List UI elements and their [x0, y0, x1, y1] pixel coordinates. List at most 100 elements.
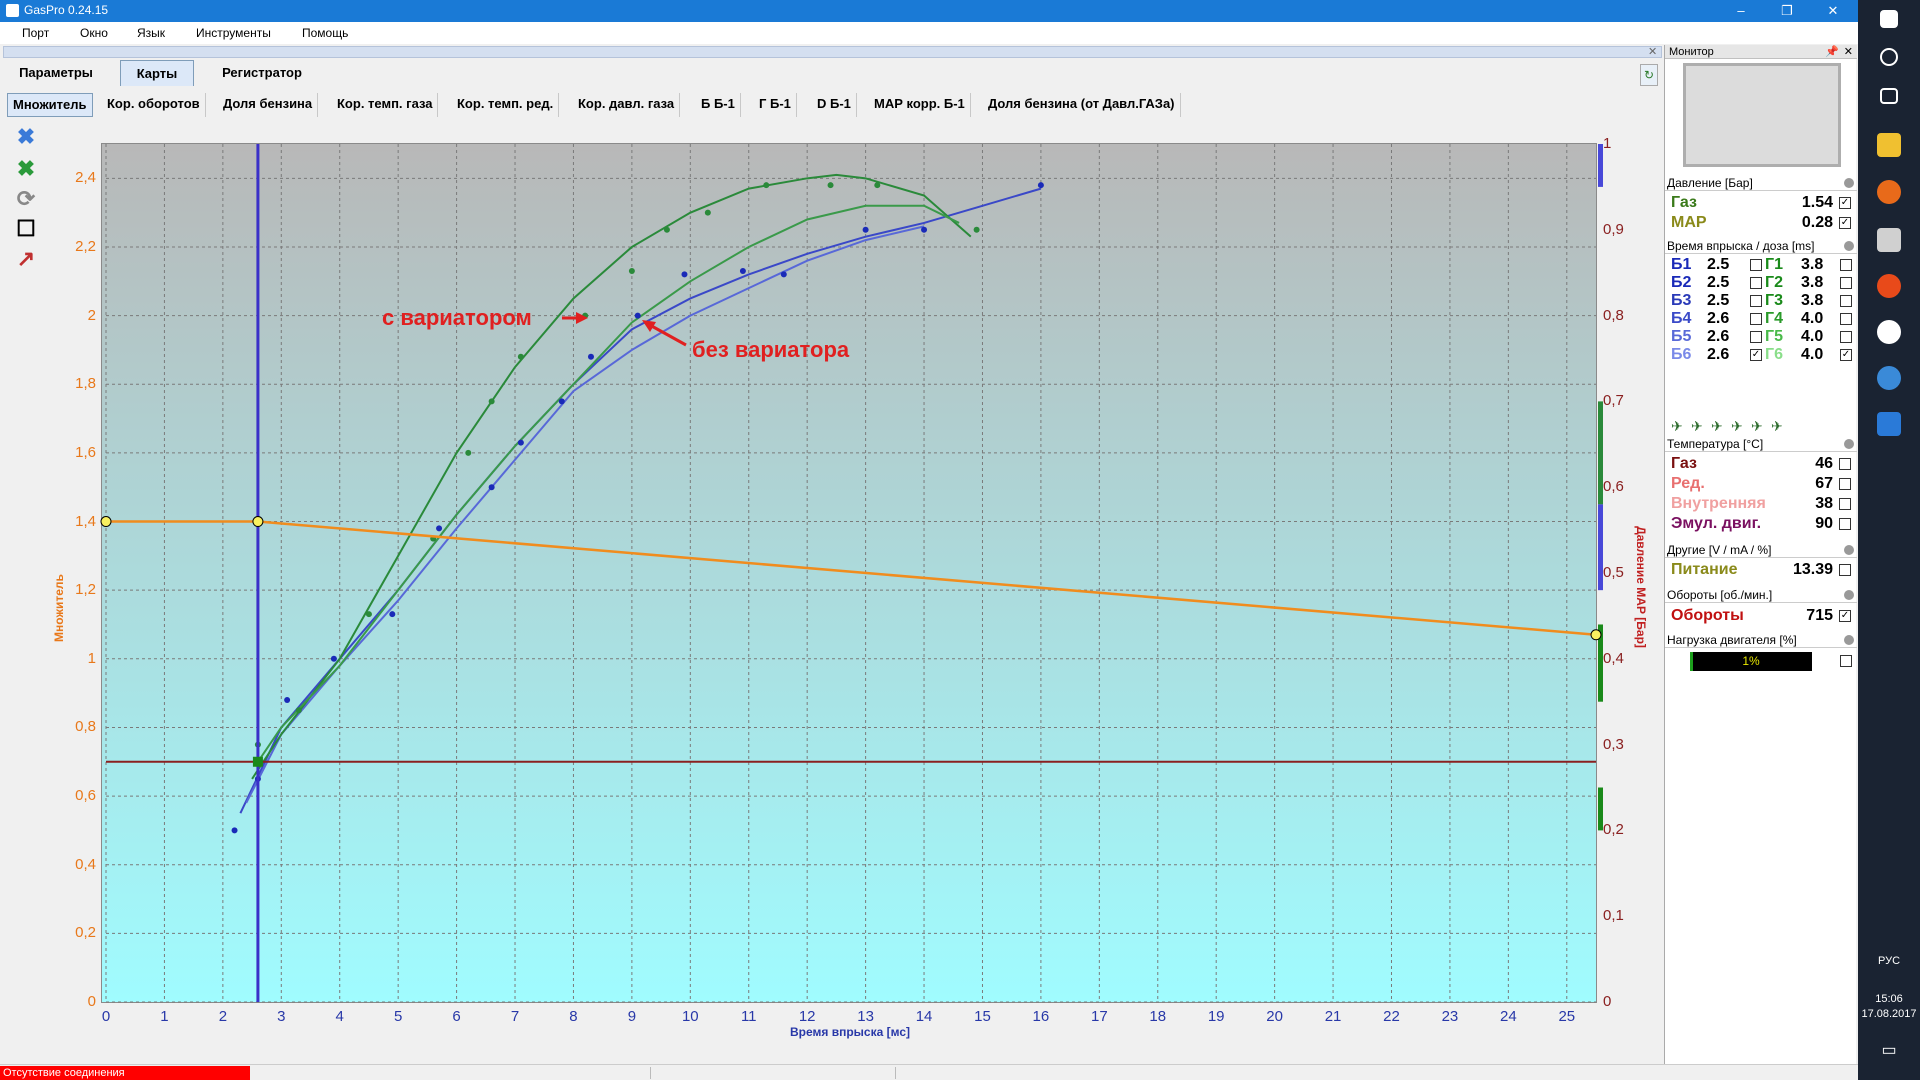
pressure-row-checkbox[interactable]: ✓ — [1839, 217, 1851, 229]
x-tick-label: 7 — [510, 1008, 520, 1025]
y-tick-label: 2 — [87, 306, 96, 324]
y2-axis-label: Давление МАР [Бар] — [1634, 526, 1648, 648]
temperature-row-checkbox[interactable] — [1839, 518, 1851, 530]
temperature-row-checkbox[interactable] — [1839, 478, 1851, 490]
notification-icon[interactable]: ▭ — [1858, 1040, 1920, 1060]
pressure-row-label: Газ — [1671, 194, 1697, 211]
injector-nozzle-icon: ✈ — [1691, 418, 1703, 434]
onec-icon[interactable] — [1877, 274, 1901, 298]
rpm-row-checkbox[interactable]: ✓ — [1839, 610, 1851, 622]
petrol-injection-value: 2.5 — [1707, 292, 1730, 309]
restore-button[interactable]: ❐ — [1764, 0, 1810, 22]
temperature-row-checkbox[interactable] — [1839, 498, 1851, 510]
info-icon[interactable] — [1844, 241, 1854, 251]
data-point — [763, 182, 770, 189]
clock-time[interactable]: 15:06 — [1858, 993, 1920, 1005]
pressure-row-label: MAP — [1671, 214, 1707, 231]
gaspro-taskbar-icon[interactable] — [1877, 412, 1901, 436]
y-tick-label: 0,8 — [75, 718, 96, 736]
section-injection-title: Время впрыска / доза [ms] — [1667, 239, 1815, 253]
section-temperature-title: Температура [°C] — [1667, 437, 1764, 451]
language-indicator[interactable]: РУС — [1858, 955, 1920, 967]
series-line — [239, 187, 1042, 814]
x-tick-label: 16 — [1032, 1008, 1050, 1025]
load-checkbox[interactable] — [1840, 655, 1852, 667]
x-tick-label: 11 — [740, 1008, 757, 1025]
minimize-button[interactable]: – — [1718, 0, 1764, 22]
temperature-row-checkbox[interactable] — [1839, 458, 1851, 470]
supply-voltage-row-checkbox[interactable] — [1839, 564, 1851, 576]
close-button[interactable]: ✕ — [1810, 0, 1856, 22]
injector-nozzle-icon: ✈ — [1711, 418, 1723, 434]
windows-start-icon[interactable] — [1880, 10, 1898, 28]
gas-injector-checkbox[interactable] — [1840, 295, 1852, 307]
y2-tick-label: 0,4 — [1603, 649, 1624, 667]
yandex-browser-icon[interactable] — [1877, 320, 1901, 344]
info-icon[interactable] — [1844, 439, 1854, 449]
petrol-injector-checkbox[interactable] — [1750, 313, 1762, 325]
y-axis-label: Множитель — [52, 574, 66, 642]
engine-load-value: 1% — [1742, 654, 1760, 668]
y-tick-label: 0,4 — [75, 855, 96, 873]
x-tick-label: 22 — [1383, 1008, 1400, 1025]
pressure-row-checkbox[interactable]: ✓ — [1839, 197, 1851, 209]
data-point — [558, 398, 565, 405]
multiplier-handle — [100, 516, 112, 528]
petrol-injection-value: 2.5 — [1707, 274, 1730, 291]
data-point — [231, 827, 238, 834]
data-point — [517, 353, 524, 360]
gas-injector-checkbox[interactable] — [1840, 331, 1852, 343]
gas-injection-value: 4.0 — [1801, 310, 1824, 327]
x-tick-label: 0 — [101, 1008, 111, 1025]
rpm-row-label: Обороты — [1671, 607, 1744, 624]
gas-injector-label: Г5 — [1765, 328, 1783, 345]
firefox-icon[interactable] — [1877, 180, 1901, 204]
calculator-icon[interactable] — [1877, 228, 1901, 252]
gas-injection-value: 4.0 — [1801, 328, 1824, 345]
data-point — [663, 226, 670, 233]
file-explorer-icon[interactable] — [1877, 133, 1901, 157]
petrol-injector-checkbox[interactable] — [1750, 259, 1762, 271]
gas-injector-label: Г4 — [1765, 310, 1783, 327]
info-icon[interactable] — [1844, 178, 1854, 188]
data-point — [921, 226, 928, 233]
x-tick-label: 19 — [1207, 1008, 1225, 1025]
petrol-injector-checkbox[interactable] — [1750, 295, 1762, 307]
gas-injector-checkbox[interactable] — [1840, 259, 1852, 271]
task-view-icon[interactable] — [1880, 88, 1898, 104]
multiplier-chart[interactable] — [0, 0, 1660, 1060]
data-point — [389, 611, 396, 618]
gas-injection-value: 4.0 — [1801, 346, 1824, 363]
temperature-row-label: Ред. — [1671, 475, 1705, 492]
gas-injector-checkbox[interactable] — [1840, 313, 1852, 325]
search-icon[interactable] — [1880, 48, 1898, 66]
petrol-injection-value: 2.6 — [1707, 346, 1730, 363]
gas-injector-checkbox[interactable]: ✓ — [1840, 349, 1852, 361]
close-icon[interactable]: ✕ — [1844, 45, 1853, 59]
gas-injector-checkbox[interactable] — [1840, 277, 1852, 289]
info-icon[interactable] — [1844, 545, 1854, 555]
x-tick-label: 9 — [627, 1008, 637, 1025]
x-tick-label: 8 — [569, 1008, 578, 1025]
globe-icon[interactable] — [1877, 366, 1901, 390]
pin-icon[interactable]: 📌 — [1825, 45, 1839, 59]
x-axis-label: Время впрыска [мс] — [790, 1025, 910, 1039]
connection-status: Отсутствие соединения — [0, 1066, 250, 1080]
y2-tick-label: 0,1 — [1603, 907, 1624, 925]
info-icon[interactable] — [1844, 635, 1854, 645]
x-tick-label: 15 — [974, 1008, 991, 1025]
info-icon[interactable] — [1844, 590, 1854, 600]
y-tick-label: 1,2 — [75, 581, 96, 599]
petrol-injector-checkbox[interactable] — [1750, 331, 1762, 343]
petrol-injector-checkbox[interactable]: ✓ — [1750, 349, 1762, 361]
status-separator — [650, 1067, 651, 1079]
pressure-row-value: 0.28 — [1801, 214, 1833, 231]
y-tick-label: 0,2 — [75, 924, 96, 942]
windows-taskbar: РУС 15:06 17.08.2017 ▭ — [1858, 0, 1920, 1080]
data-point — [973, 226, 980, 233]
petrol-injector-checkbox[interactable] — [1750, 277, 1762, 289]
x-tick-label: 2 — [218, 1008, 228, 1025]
section-pressure: Давление [Бар] — [1665, 175, 1857, 191]
petrol-injector-label: Б2 — [1671, 274, 1692, 291]
clock-date[interactable]: 17.08.2017 — [1858, 1008, 1920, 1020]
